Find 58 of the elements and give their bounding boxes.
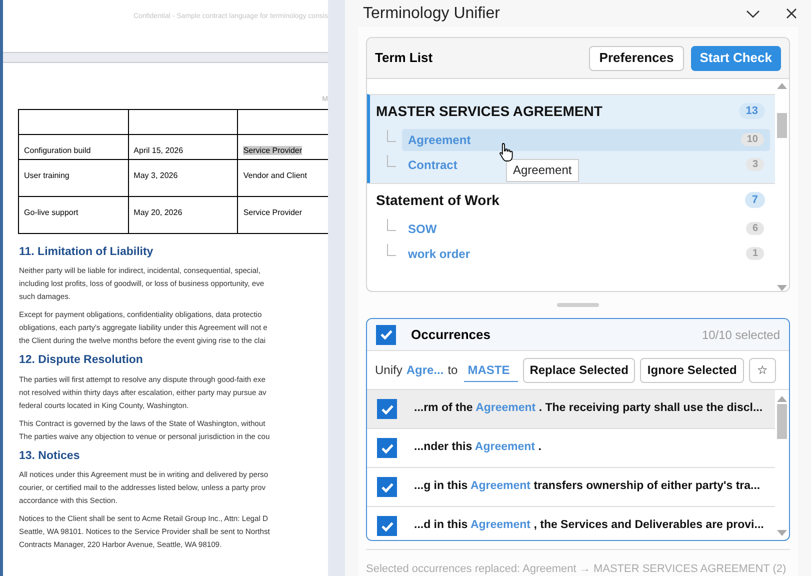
occurrence-row[interactable]: ...rm of the Agreement . The receiving party shall use the discl...	[367, 390, 775, 429]
table-cell: Configuration build	[24, 146, 91, 155]
replace-selected-button[interactable]: Replace Selected	[522, 358, 636, 382]
checkbox[interactable]	[377, 438, 397, 458]
count-badge: 13	[738, 103, 765, 119]
checkbox[interactable]	[377, 399, 397, 419]
scrollbar-thumb[interactable]	[777, 113, 787, 138]
count-badge: 3	[746, 158, 764, 171]
close-icon[interactable]	[786, 8, 797, 19]
checkmark-icon	[380, 442, 394, 454]
scroll-up-icon[interactable]	[777, 396, 787, 402]
checkmark-icon	[380, 482, 394, 492]
count-badge: 1	[746, 247, 764, 260]
table-cell: Vendor and Client	[243, 171, 307, 180]
count-badge: 6	[746, 222, 764, 235]
unify-label: Unify	[375, 362, 402, 379]
count-badge: 10	[740, 133, 764, 146]
scrollbar-thumb[interactable]	[777, 404, 787, 439]
table-cell: May 20, 2026	[134, 208, 182, 217]
section-title: Occurrences	[411, 326, 492, 344]
collapse-icon[interactable]	[746, 10, 760, 18]
occurrence-text: ...rm of the Agreement . The receiving party shall use the discl...	[414, 401, 763, 416]
ignore-selected-button[interactable]: Ignore Selected	[640, 358, 744, 382]
status-message: Selected occurrences replaced: Agreement → MASTER SERVICES AGREEMENT (2)	[366, 563, 786, 575]
checkbox[interactable]	[377, 516, 397, 536]
preferences-button[interactable]: Preferences	[589, 46, 684, 70]
source-term: Agre...	[406, 362, 444, 379]
section-heading: 11. Limitation of Liability	[19, 245, 154, 260]
table-cell: April 15, 2026	[134, 146, 184, 155]
table-cell: Service Provider	[243, 146, 302, 155]
occurrence-text: ...g in this Agreement transfers ownership of either party's tra...	[414, 479, 760, 494]
section-title: Term List	[375, 49, 434, 68]
selection-count: 10/10 selected	[702, 326, 780, 344]
panel-title: Terminology Unifier	[363, 4, 501, 24]
table-cell: May 3, 2026	[134, 171, 178, 180]
occurrence-text: ...nder this Agreement .	[414, 440, 542, 456]
group-name: Statement of Work	[376, 190, 500, 210]
group-name: MASTER SERVICES AGREEMENT	[376, 102, 604, 120]
scroll-down-icon[interactable]	[777, 530, 787, 536]
table-cell: User training	[24, 171, 70, 180]
scroll-up-icon[interactable]	[777, 83, 787, 89]
checkmark-icon	[380, 329, 392, 340]
checkbox[interactable]	[377, 477, 397, 497]
hand-cursor-icon	[499, 142, 515, 162]
table-cell: Service Provider	[243, 208, 302, 217]
to-label: to	[448, 362, 458, 379]
resize-handle[interactable]	[557, 303, 599, 307]
section-heading: 13. Notices	[19, 448, 81, 464]
section-heading: 12. Dispute Resolution	[19, 353, 144, 368]
checkmark-icon	[380, 404, 394, 414]
star-button[interactable]: ☆	[748, 358, 776, 382]
checkbox[interactable]	[376, 324, 396, 344]
tooltip: Agreement	[506, 159, 579, 182]
count-badge: 7	[744, 192, 765, 208]
scroll-down-icon[interactable]	[777, 285, 787, 291]
checkmark-icon	[380, 520, 394, 532]
table-cell: Go-live support	[24, 208, 78, 217]
occurrence-text: ...d in this Agreement , the Services and Deliverables are provi...	[414, 518, 764, 534]
